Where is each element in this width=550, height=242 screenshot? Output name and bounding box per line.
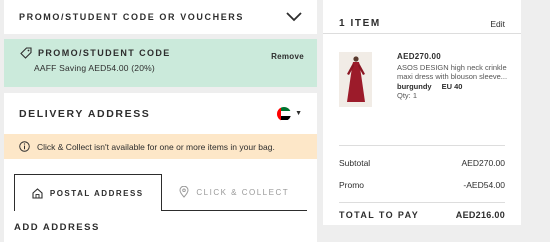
bag-item: AED270.00 ASOS DESIGN high neck crinkle … xyxy=(339,52,509,107)
applied-promo-panel: PROMO/STUDENT CODE AAFF Saving AED54.00 … xyxy=(4,39,317,87)
applied-promo-title: PROMO/STUDENT CODE xyxy=(38,48,171,58)
bag-summary: 1 ITEM Edit AED270.00 ASOS DESIGN high n… xyxy=(323,0,521,225)
product-qty: Qty: 1 xyxy=(397,91,418,100)
total-row: TOTAL TO PAY AED216.00 xyxy=(339,202,505,224)
subtotal-value: AED270.00 xyxy=(461,158,505,168)
delivery-title: DELIVERY ADDRESS xyxy=(19,107,151,120)
tab-click-collect[interactable]: CLICK & COLLECT xyxy=(161,174,307,211)
product-name[interactable]: ASOS DESIGN high neck crinkle maxi dress… xyxy=(397,63,509,82)
order-totals: Subtotal AED270.00 Promo -AED54.00 TOTAL… xyxy=(339,145,505,224)
add-address-heading: ADD ADDRESS xyxy=(14,222,100,233)
total-value: AED216.00 xyxy=(455,210,505,220)
delivery-address-section: DELIVERY ADDRESS ▼ Click & Collect isn't… xyxy=(4,93,317,242)
location-pin-icon xyxy=(179,186,189,198)
tab-postal-label: POSTAL ADDRESS xyxy=(49,188,144,198)
info-icon xyxy=(19,141,30,152)
tag-icon xyxy=(20,47,32,59)
promo-saving-text: AAFF Saving AED54.00 (20%) xyxy=(34,63,155,73)
notice-text: Click & Collect isn't available for one … xyxy=(37,141,275,152)
chevron-down-icon: ▼ xyxy=(295,110,302,117)
tab-click-collect-label: CLICK & COLLECT xyxy=(196,187,290,197)
total-label: TOTAL TO PAY xyxy=(339,210,420,220)
home-icon xyxy=(32,187,43,199)
promo-section-header[interactable]: PROMO/STUDENT CODE OR VOUCHERS xyxy=(4,0,317,34)
chevron-down-icon[interactable] xyxy=(286,12,302,22)
uae-flag-icon xyxy=(277,106,292,121)
promo-label: Promo xyxy=(339,180,365,190)
promo-row: Promo -AED54.00 xyxy=(339,180,505,202)
delivery-method-tabs: POSTAL ADDRESS CLICK & COLLECT xyxy=(14,174,307,211)
tab-postal-address[interactable]: POSTAL ADDRESS xyxy=(14,174,162,211)
product-price: AED270.00 xyxy=(397,52,442,61)
product-colour: burgundy xyxy=(397,81,432,91)
promo-value: -AED54.00 xyxy=(463,180,505,190)
country-selector[interactable]: ▼ xyxy=(277,106,302,121)
click-collect-notice: Click & Collect isn't available for one … xyxy=(4,134,317,159)
product-size: EU 40 xyxy=(441,81,463,91)
item-count: 1 ITEM xyxy=(339,18,381,29)
subtotal-row: Subtotal AED270.00 xyxy=(339,158,505,180)
remove-promo-button[interactable]: Remove xyxy=(271,52,304,61)
checkout-left-column: PROMO/STUDENT CODE OR VOUCHERS PROMO/STU… xyxy=(4,0,317,242)
edit-bag-link[interactable]: Edit xyxy=(490,19,505,29)
promo-section-title: PROMO/STUDENT CODE OR VOUCHERS xyxy=(19,12,245,22)
product-image xyxy=(339,52,372,107)
subtotal-label: Subtotal xyxy=(339,158,371,168)
